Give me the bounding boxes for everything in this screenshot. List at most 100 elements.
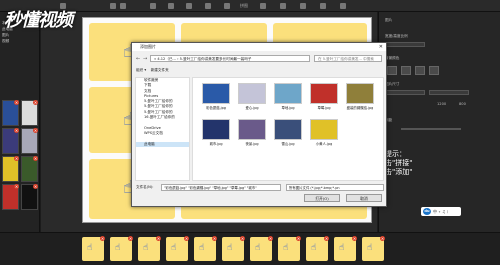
tree-item[interactable]: 视频: [2, 38, 38, 44]
search-input[interactable]: 在 5.曼叶工厂给你讲美发... 中搜索: [314, 55, 382, 62]
remove-icon[interactable]: ×: [100, 236, 105, 241]
remove-icon[interactable]: ×: [268, 236, 273, 241]
remove-icon[interactable]: ×: [128, 236, 133, 241]
remove-icon[interactable]: ×: [156, 236, 161, 241]
file-item[interactable]: 小黄人.jpg: [309, 118, 339, 150]
toolbar-icon-10[interactable]: [280, 3, 286, 9]
remove-icon[interactable]: ×: [33, 156, 38, 161]
bottom-cell[interactable]: ☝ ×: [110, 236, 133, 261]
tap-hand-icon: ☝: [143, 243, 149, 253]
toolbar-icon-13[interactable]: [340, 3, 346, 9]
toolbar-icon-8[interactable]: [224, 3, 230, 9]
address-bar[interactable]: « 4.12（已... › 5.曼叶工厂给你讲美发要多长时间最一装吗子: [150, 55, 310, 62]
properties-panel: 图片 宽度/高度比例 背景颜色 图片尺寸 1200 800 间距: [378, 12, 500, 232]
remove-icon[interactable]: ×: [212, 236, 217, 241]
ratio-select[interactable]: [385, 42, 425, 47]
back-icon[interactable]: ←: [136, 56, 140, 62]
file-name: 夜景.jpg: [245, 142, 259, 146]
panel-label: 宽度/高度比例: [385, 34, 408, 38]
remove-icon[interactable]: ×: [352, 236, 357, 241]
height-field[interactable]: [429, 90, 469, 95]
top-toolbar: [0, 0, 500, 12]
toolbar-icon-4[interactable]: [150, 3, 156, 9]
thumb-image[interactable]: ×: [21, 156, 38, 182]
file-item[interactable]: 草地.jpg: [273, 82, 303, 114]
layout-button[interactable]: [415, 66, 425, 75]
tap-hand-icon: ☝: [339, 243, 345, 253]
toolbar-icon-11[interactable]: [300, 3, 306, 9]
tap-hand-icon: ☝: [115, 243, 121, 253]
spacing-slider[interactable]: [401, 128, 461, 130]
file-item[interactable]: 彩色蘑菇.jpg: [201, 82, 231, 114]
thumb-image[interactable]: ×: [21, 128, 38, 154]
bottom-cell[interactable]: ☝ ×: [334, 236, 357, 261]
file-name: 小黄人.jpg: [315, 142, 333, 146]
file-item[interactable]: 夜景.jpg: [237, 118, 267, 150]
remove-icon[interactable]: ×: [33, 184, 38, 189]
remove-icon[interactable]: ×: [14, 128, 19, 133]
close-icon[interactable]: ✕: [379, 43, 383, 51]
cancel-button[interactable]: 取消: [346, 194, 382, 202]
bottom-cell[interactable]: ☝ ×: [250, 236, 273, 261]
toolbar-icon-7[interactable]: [205, 3, 211, 9]
tap-hand-icon: ☝: [311, 243, 317, 253]
tap-hand-icon: ☝: [171, 243, 177, 253]
remove-icon[interactable]: ×: [14, 184, 19, 189]
toolbar-icon-9[interactable]: [260, 3, 266, 9]
layout-button[interactable]: [429, 66, 439, 75]
thumb-image[interactable]: ×: [2, 128, 19, 154]
file-item[interactable]: 城市.jpg: [201, 118, 231, 150]
layout-button[interactable]: [401, 66, 411, 75]
watermark-text: 秒懂视频: [4, 10, 73, 31]
remove-icon[interactable]: ×: [240, 236, 245, 241]
height-value: 800: [459, 102, 466, 106]
remove-icon[interactable]: ×: [14, 156, 19, 161]
bottom-cell[interactable]: ☝ ×: [278, 236, 301, 261]
remove-icon[interactable]: ×: [324, 236, 329, 241]
file-thumbnail: [238, 119, 266, 140]
thumb-image[interactable]: ×: [2, 100, 19, 126]
tap-hand-icon: ☝: [227, 243, 233, 253]
remove-icon[interactable]: ×: [380, 236, 385, 241]
remove-icon[interactable]: ×: [296, 236, 301, 241]
filename-input[interactable]: "彩色蘑菇.jpg" "彩色蝴蝶.jpg" "草地.jpg" "草莓.jpg" …: [161, 184, 281, 191]
new-folder-button[interactable]: 新建文件夹: [151, 68, 169, 72]
toolbar-icon-6[interactable]: [186, 3, 192, 9]
layout-button[interactable]: [387, 66, 397, 75]
file-item[interactable]: 雪山.jpg: [273, 118, 303, 150]
thumb-image[interactable]: ×: [2, 156, 19, 182]
toolbar-icon-12[interactable]: [320, 3, 326, 9]
bottom-cell[interactable]: ☝ ×: [138, 236, 161, 261]
nav-item[interactable]: 此电脑: [136, 141, 189, 147]
remove-icon[interactable]: ×: [33, 100, 38, 105]
add-image-dialog: 添加图片 ✕ ← → « 4.12（已... › 5.曼叶工厂给你讲美发要多长时…: [131, 42, 387, 207]
file-thumbnail: [310, 119, 338, 140]
bottom-cell[interactable]: ☝ ×: [362, 236, 385, 261]
width-field[interactable]: [385, 90, 425, 95]
file-item[interactable]: 爱心.jpg: [237, 82, 267, 114]
file-thumbnail: [310, 83, 338, 104]
toolbar-icon-3[interactable]: [120, 3, 126, 9]
bottom-cell[interactable]: ☝ ×: [306, 236, 329, 261]
forward-icon[interactable]: →: [143, 56, 147, 62]
organize-menu[interactable]: 组织 ▾: [136, 68, 146, 72]
remove-icon[interactable]: ×: [33, 128, 38, 133]
bottom-cell[interactable]: ☝ ×: [194, 236, 217, 261]
app-title: 拼图: [240, 3, 248, 8]
bottom-cell[interactable]: ☝ ×: [222, 236, 245, 261]
thumb-image[interactable]: ×: [21, 184, 38, 210]
file-thumbnail: [346, 83, 374, 104]
filetype-select[interactable]: 所有图片文件 (*.jpg;*.bmp;*.pn: [286, 184, 384, 191]
toolbar-icon-5[interactable]: [168, 3, 174, 9]
filename-label: 文件名(N):: [136, 185, 154, 189]
open-button[interactable]: 打开(O): [304, 194, 340, 202]
thumb-image[interactable]: ×: [21, 100, 38, 126]
bottom-cell[interactable]: ☝ ×: [82, 236, 105, 261]
file-item[interactable]: 盛装的蝴蝶结.jpg: [345, 82, 375, 114]
remove-icon[interactable]: ×: [14, 100, 19, 105]
bottom-cell[interactable]: ☝ ×: [166, 236, 189, 261]
file-item[interactable]: 草莓.jpg: [309, 82, 339, 114]
remove-icon[interactable]: ×: [184, 236, 189, 241]
toolbar-icon-2[interactable]: [110, 3, 116, 9]
thumb-image[interactable]: ×: [2, 184, 19, 210]
